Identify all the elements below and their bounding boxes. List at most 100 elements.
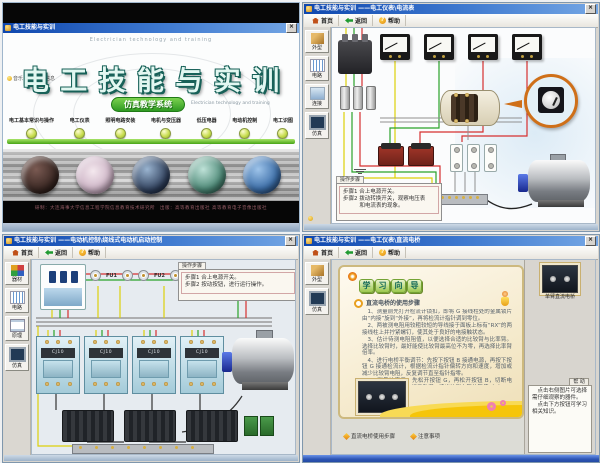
sidebar-button-connection[interactable]: 连接 [305, 84, 329, 109]
monitor-icon [309, 291, 326, 306]
circuit-breaker[interactable] [40, 264, 86, 310]
close-icon[interactable]: × [286, 23, 297, 33]
subtitle-badge: 仿真教学系统 [111, 97, 185, 112]
contactor-label: CJ10 [41, 348, 75, 358]
window-motor-sim: 电工技能与实训 ——电动机控制\绕线式电动机启动控制 × 首页 返回 ?帮助 器… [2, 234, 300, 463]
toolbar: 首页 返回 ?帮助 [4, 246, 298, 260]
sidebar: 器材 电路 原理 仿真 [4, 259, 31, 455]
circuit-icon [310, 59, 325, 72]
window-ammeter-sim: 电工技能与实训 ——电工仪表\电流表 × 首页 返回 ?帮助 外型 电路 连接 … [302, 2, 600, 232]
fuse-label: FU1 [106, 273, 117, 279]
bullet-icon [354, 299, 363, 308]
window-title: 电工技能与实训 [13, 23, 284, 33]
home-icon [12, 250, 19, 256]
starting-resistor-3 [186, 410, 238, 442]
window-title: 电工技能与实训 ——电工仪表\电流表 [314, 4, 583, 14]
sidebar-button-simulation[interactable]: 仿真 [305, 288, 329, 315]
link-precautions[interactable]: 注意事项 [411, 432, 440, 440]
window-splash: 电工技能与实训 × Electrician technology and tra… [2, 2, 300, 232]
back-button[interactable]: 返回 [340, 247, 373, 258]
flower-decoration [500, 400, 506, 406]
circuit-icon [10, 291, 25, 304]
back-arrow-icon [45, 250, 53, 256]
help-button[interactable]: ?帮助 [74, 247, 106, 258]
fuse-link [450, 144, 463, 172]
home-button[interactable]: 首页 [307, 15, 339, 26]
fuse-links [450, 144, 497, 172]
sidebar-button-simulation[interactable]: 仿真 [5, 344, 29, 371]
diamond-icon [410, 432, 417, 439]
fuse [340, 86, 350, 110]
sidebar-button-principle[interactable]: 原理 [5, 316, 29, 341]
help-icon: ? [379, 17, 386, 24]
contactor-3: CJ10 [132, 336, 176, 394]
help-box: 点击右侧图片可选择需仔细观察的器件。 点击下方按钮可学习相关知识。 [528, 385, 592, 453]
back-button[interactable]: 返回 [40, 247, 73, 258]
menu-ball-icon [239, 128, 250, 139]
photo-panel-meter [76, 156, 114, 194]
menu-ball-icon [277, 128, 288, 139]
terminal-block [244, 416, 258, 436]
home-button[interactable]: 首页 [7, 247, 39, 258]
changeover-switch[interactable] [440, 90, 500, 126]
window-bottom-frame [3, 223, 299, 231]
sidebar-button-appearance[interactable]: 外型 [305, 262, 329, 285]
contactor-label: CJ10 [137, 348, 171, 358]
learning-page: 学习向导 直流电桥的使用步骤 1、测量前先打开检流计锁扣，即将 G 接线柱处的金… [338, 265, 524, 419]
contactor-label: CJ10 [185, 348, 219, 358]
close-icon[interactable]: × [585, 4, 596, 14]
knife-switch[interactable] [338, 40, 372, 74]
right-panel: 单臂直流电桥 帮 助 点击右侧图片可选择需仔细观察的器件。 点击下方按钮可学习相… [524, 260, 595, 454]
green-divider-bar [7, 139, 295, 144]
steps-text: 1、测量前先打开检流计锁扣，即将 G 接线柱处的金属锁片由“内接”旋到“外接”，… [362, 309, 512, 385]
contactor-4: CJ10 [180, 336, 224, 394]
titlebar: 电工技能与实训 ——电动机控制\绕线式电动机启动控制 × [4, 236, 298, 246]
photo-components [243, 156, 281, 194]
flower-decoration [487, 402, 496, 411]
link-usage-steps[interactable]: 直流电桥使用步骤 [344, 432, 395, 440]
taskbar-strip [303, 455, 599, 462]
fuse-group [340, 86, 376, 110]
contactor-2: CJ10 [84, 336, 128, 394]
close-icon[interactable]: × [285, 236, 296, 246]
fuse [366, 86, 376, 110]
window-title: 电工技能与实训 ——电工仪表\直流电桥 [314, 236, 583, 246]
screenshot-grid: 电工技能与实训 × Electrician technology and tra… [0, 0, 600, 463]
contactor-label: CJ10 [89, 348, 123, 358]
window-bottom-frame [304, 224, 598, 230]
sim-canvas: 操作步骤 步骤1 合上电源开关。 步骤2 拨动转换开关，观察电压表 和电流表的现… [331, 27, 596, 224]
steps-box: 步骤1 合上电源开关。 步骤2 拨动转换开关，观察电压表 和电流表的现象。 [336, 183, 442, 221]
status-dot-icon[interactable] [308, 216, 313, 221]
page-header-badge: 学习向导 [359, 273, 423, 293]
device-thumbnail[interactable] [542, 265, 578, 293]
toolbar: 首页 返回 ?帮助 [304, 14, 598, 28]
titlebar: 电工技能与实训 ——电工仪表\电流表 × [304, 4, 598, 14]
motor-coupling [518, 174, 528, 192]
fuse [122, 270, 133, 281]
back-button[interactable]: 返回 [340, 15, 373, 26]
fuse-link [484, 144, 497, 172]
monitor-icon [9, 347, 26, 362]
sidebar-button-equipment[interactable]: 器材 [5, 262, 29, 285]
sidebar-button-circuit[interactable]: 电路 [5, 288, 29, 313]
sidebar-button-simulation[interactable]: 仿真 [305, 112, 329, 139]
fuse [138, 270, 149, 281]
close-icon[interactable]: × [585, 236, 596, 246]
help-button[interactable]: ?帮助 [374, 247, 406, 258]
ammeter-3 [468, 34, 498, 60]
contactor-1: CJ10 [36, 336, 80, 394]
section-title: 直流电桥的使用步骤 [366, 300, 420, 308]
home-button[interactable]: 首页 [307, 247, 339, 258]
help-button[interactable]: ?帮助 [374, 15, 406, 26]
sidebar-button-appearance[interactable]: 外型 [305, 30, 329, 53]
window-bottom-frame [4, 455, 298, 461]
sidebar-button-circuit[interactable]: 电路 [305, 56, 329, 81]
diamond-icon [343, 432, 350, 439]
sidebar: 外型 电路 连接 仿真 [304, 27, 331, 224]
section-header: 直流电桥的使用步骤 [354, 299, 420, 308]
switch-knob[interactable] [538, 87, 564, 113]
app-icon [306, 238, 312, 244]
menu-ball-icon [115, 128, 126, 139]
photo-cables [21, 156, 59, 194]
credits: 研制：大连海事大学信息工程学院信息教育技术研究所 出版：高等教育出版社 高等教育… [3, 205, 299, 211]
